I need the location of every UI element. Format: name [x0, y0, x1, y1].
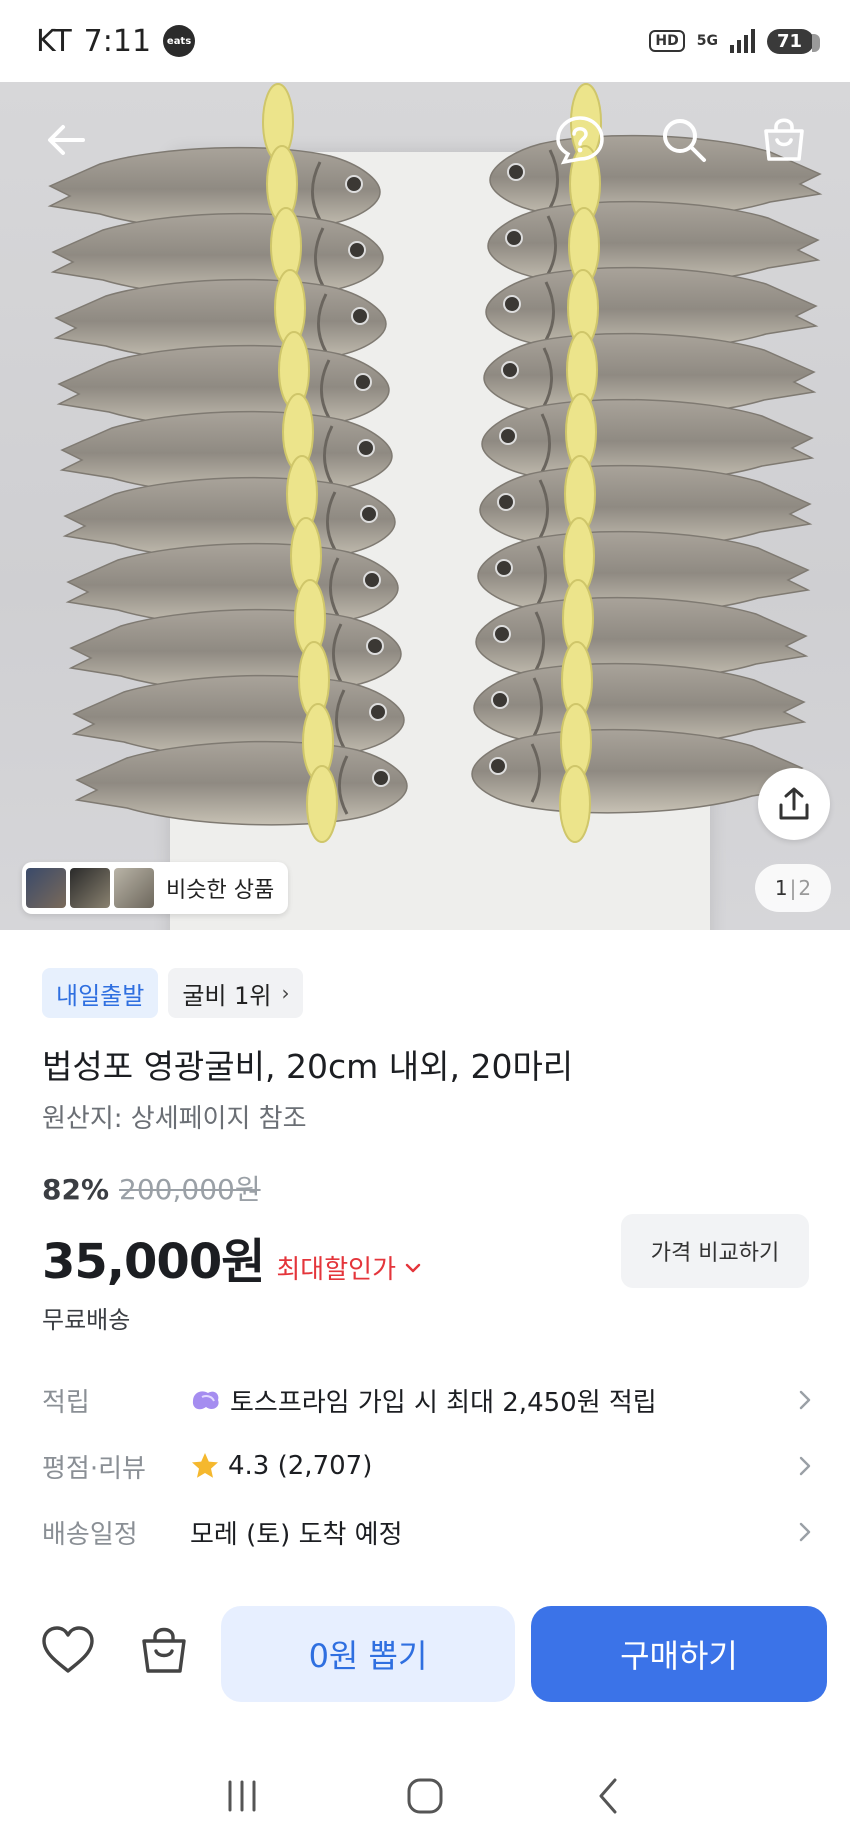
search-button[interactable] — [654, 110, 714, 170]
add-to-cart-button[interactable] — [134, 1620, 194, 1680]
chevron-left-icon — [599, 1778, 617, 1813]
hd-icon: HD — [649, 30, 685, 52]
dried-fish-illustration — [47, 83, 823, 843]
pager-separator: | — [789, 876, 797, 900]
chevron-right-icon — [782, 1389, 812, 1411]
price-compare-button[interactable]: 가격 비교하기 — [621, 1214, 809, 1288]
similar-thumb-3 — [114, 868, 154, 908]
rating-text: 4.3 (2,707) — [228, 1451, 373, 1481]
product-image[interactable]: 비슷한 상품 1 | 2 — [0, 82, 850, 930]
product-title: 법성포 영광굴비, 20cm 내외, 20마리 — [42, 1047, 574, 1086]
clock: 7:11 — [83, 23, 152, 59]
reward-text: 토스프라임 가입 시 최대 2,450원 적립 — [230, 1387, 657, 1418]
similar-products-label: 비슷한 상품 — [166, 878, 275, 903]
share-button[interactable] — [758, 768, 830, 840]
price-line: 35,000원 최대할인가 — [42, 1222, 422, 1292]
product-origin: 원산지: 상세페이지 참조 — [42, 1104, 307, 1134]
original-price: 200,000원 — [119, 1173, 261, 1206]
fish-shape — [74, 740, 408, 826]
signal-icon — [729, 29, 755, 53]
shipping-info: 무료배송 — [42, 1306, 131, 1334]
heart-icon — [42, 1626, 94, 1673]
reward-value: 토스프라임 가입 시 최대 2,450원 적립 — [190, 1382, 782, 1419]
status-right: HD 5G 71 — [649, 28, 821, 54]
status-left: KT 7:11 eats — [36, 23, 196, 59]
chevron-right-icon — [782, 1521, 812, 1543]
shopping-bag-icon — [764, 118, 804, 161]
carrier-label: KT — [36, 23, 72, 59]
delivery-schedule-label: 배송일정 — [42, 1519, 138, 1550]
network-5g-icon: 5G — [696, 33, 718, 49]
rating-value: 4.3 (2,707) — [190, 1451, 782, 1481]
status-bar: KT 7:11 eats HD 5G 71 — [0, 0, 850, 82]
rating-label: 평점·리뷰 — [42, 1453, 146, 1484]
delivery-badge: 내일출발 — [42, 968, 159, 1018]
chevron-right-icon — [782, 1455, 812, 1477]
discount-line: 82% 200,000원 — [42, 1168, 261, 1208]
delivery-badge-label: 내일출발 — [56, 981, 145, 1010]
rank-badge-label: 굴비 1위 — [182, 981, 272, 1010]
back-button[interactable] — [36, 110, 96, 170]
battery-icon: 71 — [766, 28, 821, 54]
fish-shape — [471, 728, 805, 814]
sale-price: 35,000원 — [42, 1234, 265, 1290]
product-badges: 내일출발 굴비 1위 › — [42, 968, 304, 1018]
eats-app-icon: eats — [163, 25, 196, 57]
chevron-down-icon — [405, 1263, 421, 1272]
similar-products-chip[interactable]: 비슷한 상품 — [22, 862, 289, 914]
star-icon — [192, 1453, 218, 1478]
discount-rate: 82% — [42, 1173, 110, 1206]
home-icon — [407, 1778, 443, 1813]
back-arrow-icon — [48, 125, 85, 155]
delivery-schedule-row[interactable]: 배송일정 모레 (토) 도착 예정 — [42, 1502, 812, 1562]
image-pager: 1 | 2 — [755, 864, 831, 912]
chevron-right-icon: › — [281, 981, 290, 1005]
delivery-schedule-value: 모레 (토) 도착 예정 — [190, 1514, 782, 1551]
max-discount-label: 최대할인가 — [276, 1255, 396, 1285]
wishlist-button[interactable] — [38, 1620, 98, 1680]
home-button[interactable] — [395, 1766, 455, 1826]
search-icon — [663, 119, 706, 162]
reward-row[interactable]: 적립 토스프라임 가입 시 최대 2,450원 적립 — [42, 1370, 812, 1430]
help-icon — [556, 116, 604, 165]
hero-toolbar — [0, 82, 850, 202]
help-button[interactable] — [550, 110, 610, 170]
similar-thumb-2 — [70, 868, 110, 908]
pager-current: 1 — [774, 876, 788, 900]
rope-knot — [559, 765, 591, 843]
buy-now-button[interactable]: 구매하기 — [531, 1606, 827, 1702]
recent-apps-icon — [228, 1780, 256, 1811]
delivery-schedule-text: 모레 (토) 도착 예정 — [190, 1519, 403, 1550]
system-back-button[interactable] — [578, 1766, 638, 1826]
coupon-draw-button[interactable]: 0원 뽑기 — [221, 1606, 515, 1702]
cart-button[interactable] — [754, 110, 814, 170]
shopping-bag-icon — [142, 1627, 186, 1673]
similar-thumb-1 — [26, 868, 66, 908]
toss-prime-icon — [192, 1391, 219, 1410]
pager-total: 2 — [798, 876, 812, 900]
share-icon — [779, 787, 809, 820]
reward-label: 적립 — [42, 1387, 90, 1418]
system-nav-bar — [0, 1750, 850, 1841]
rating-row[interactable]: 평점·리뷰 4.3 (2,707) — [42, 1436, 812, 1496]
rope-knot — [306, 765, 338, 843]
recent-apps-button[interactable] — [212, 1766, 272, 1826]
category-rank-badge[interactable]: 굴비 1위 › — [168, 968, 304, 1018]
max-discount-toggle[interactable]: 최대할인가 — [276, 1249, 422, 1286]
